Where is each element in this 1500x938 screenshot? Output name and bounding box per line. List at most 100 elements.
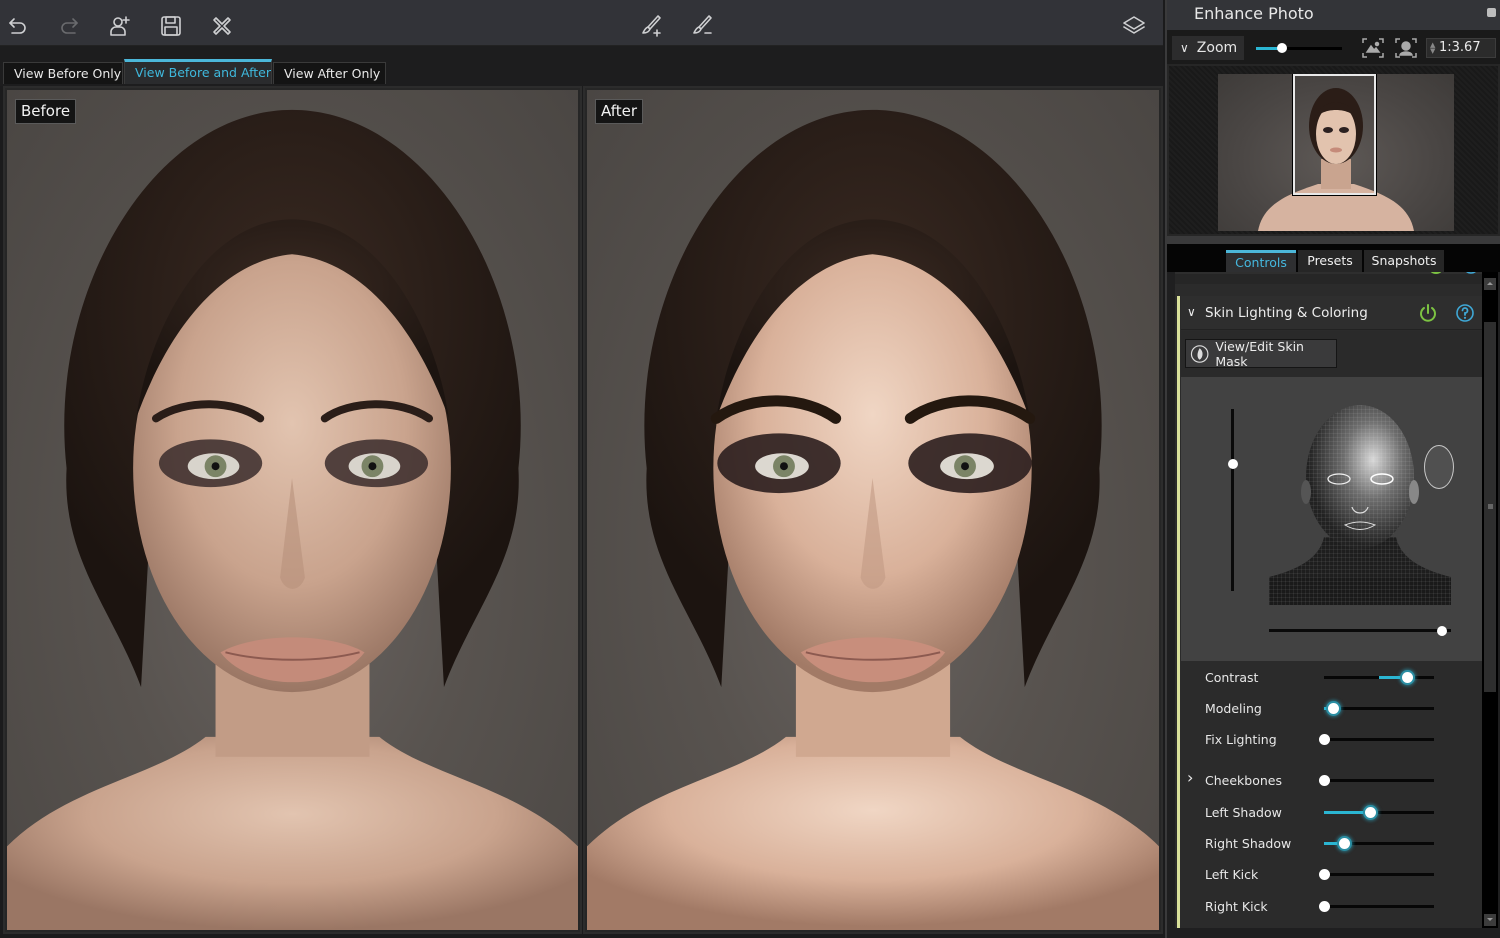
slider-track[interactable]: [1319, 901, 1434, 912]
panel-title: Enhance Photo: [1194, 4, 1314, 23]
after-label: After: [595, 99, 644, 124]
slider-knob[interactable]: [1319, 734, 1330, 745]
chevron-down-icon: ∨: [1187, 305, 1196, 319]
brush-plus-icon: [642, 15, 661, 37]
slider-row-cheekbones: › Cheekbones: [1181, 767, 1482, 795]
save-icon: [161, 16, 181, 36]
tab-view-before-only[interactable]: View Before Only: [3, 62, 123, 84]
redo-icon: [61, 18, 78, 34]
panel-divider: [1167, 236, 1500, 244]
slider-row-fix-lighting: Fix Lighting: [1181, 726, 1482, 754]
zoom-row: ∨ Zoom ▲ ▼ 1:3.67: [1167, 30, 1500, 64]
add-person-button[interactable]: [107, 13, 133, 39]
head-wireframe-model: [1269, 405, 1451, 605]
chevron-right-icon[interactable]: ›: [1187, 768, 1193, 787]
light-horizontal-slider[interactable]: [1269, 625, 1451, 636]
controls-scroll-area: ∨ Skin Lighting & Coloring View/Edit Ski…: [1175, 272, 1482, 928]
zoom-value-field[interactable]: ▲ ▼ 1:3.67: [1426, 38, 1496, 58]
slider-knob[interactable]: [1401, 672, 1413, 683]
slider-label: Left Shadow: [1205, 805, 1282, 820]
zoom-label: Zoom: [1196, 40, 1238, 56]
slider-track[interactable]: [1319, 734, 1434, 745]
fit-to-screen-button[interactable]: [1362, 38, 1384, 58]
slider-knob[interactable]: [1319, 869, 1330, 880]
zoom-slider[interactable]: [1256, 43, 1342, 53]
chevron-down-icon: ∨: [1180, 41, 1189, 55]
zoom-value: 1:3.67: [1439, 40, 1481, 55]
redo-button[interactable]: [56, 13, 82, 39]
light-source-handle[interactable]: [1424, 445, 1454, 489]
main-toolbar: [0, 0, 1163, 46]
scrollbar-thumb[interactable]: [1484, 322, 1496, 692]
light-vertical-knob[interactable]: [1227, 458, 1238, 469]
spinner-icon[interactable]: ▲ ▼: [1430, 42, 1435, 55]
slider-track[interactable]: [1324, 838, 1434, 849]
fit-face-button[interactable]: [1395, 38, 1417, 58]
slider-track[interactable]: [1324, 672, 1434, 683]
tab-view-before-and-after[interactable]: View Before and After: [124, 59, 272, 84]
close-icon: [213, 17, 231, 35]
zoom-slider-knob[interactable]: [1276, 43, 1287, 53]
close-button[interactable]: [209, 13, 235, 39]
add-user-icon: [110, 16, 130, 36]
slider-track[interactable]: [1319, 775, 1434, 786]
section-title: Skin Lighting & Coloring: [1205, 305, 1368, 321]
slider-label: Fix Lighting: [1205, 732, 1277, 747]
navigator-viewport-box[interactable]: [1292, 74, 1377, 196]
tab-snapshots[interactable]: Snapshots: [1364, 250, 1444, 272]
light-vertical-slider[interactable]: [1227, 409, 1238, 591]
fit-face-icon: [1395, 38, 1417, 58]
slider-knob[interactable]: [1319, 901, 1330, 912]
brush-minus-icon: [693, 15, 712, 34]
scroll-down-arrow-icon[interactable]: [1484, 914, 1496, 926]
section-skin-smoothing-collapsed[interactable]: [1175, 272, 1482, 284]
undo-button[interactable]: [5, 13, 31, 39]
tab-presets[interactable]: Presets: [1298, 250, 1362, 272]
section-skin-lighting-header[interactable]: ∨ Skin Lighting & Coloring: [1181, 296, 1482, 330]
save-button[interactable]: [158, 13, 184, 39]
slider-track[interactable]: [1324, 807, 1434, 818]
restore-window-icon[interactable]: [1487, 8, 1496, 17]
slider-knob[interactable]: [1319, 775, 1330, 786]
slider-track[interactable]: [1319, 869, 1434, 880]
light-horizontal-knob[interactable]: [1436, 625, 1447, 636]
slider-row-left-kick: Left Kick: [1181, 861, 1482, 889]
after-photo[interactable]: After: [587, 90, 1159, 930]
layers-button[interactable]: [1121, 13, 1147, 39]
help-icon: [1466, 272, 1476, 274]
power-icon: [1430, 272, 1442, 274]
slider-knob[interactable]: [1365, 807, 1377, 818]
slider-knob[interactable]: [1327, 703, 1339, 714]
layers-icon: [1123, 16, 1145, 34]
panel-tabs: Controls Presets Snapshots: [1167, 244, 1500, 272]
portrait-image: [7, 109, 578, 930]
brush-add-button[interactable]: [639, 13, 665, 39]
brush-remove-button[interactable]: [690, 13, 716, 39]
tab-controls[interactable]: Controls: [1226, 250, 1296, 272]
slider-label: Cheekbones: [1205, 773, 1282, 788]
portrait-image: [587, 109, 1159, 930]
slider-knob[interactable]: [1338, 838, 1350, 849]
controls-scrollbar[interactable]: [1482, 272, 1498, 928]
slider-fill: [1324, 811, 1371, 814]
view-edit-skin-mask-button[interactable]: View/Edit Skin Mask: [1185, 339, 1337, 369]
help-icon[interactable]: [1455, 303, 1475, 323]
slider-row-right-shadow: Right Shadow: [1181, 830, 1482, 858]
slider-row-contrast: Contrast: [1181, 664, 1482, 692]
slider-track[interactable]: [1324, 703, 1434, 714]
slider-row-modeling: Modeling: [1181, 695, 1482, 723]
light-direction-control: [1181, 377, 1482, 661]
power-toggle[interactable]: [1418, 303, 1438, 323]
before-photo[interactable]: Before: [7, 90, 578, 930]
after-pane: After: [583, 86, 1163, 934]
zoom-collapse-toggle[interactable]: ∨ Zoom: [1172, 36, 1244, 60]
undo-icon: [9, 18, 26, 34]
view-mode-tabs: View Before Only View Before and After V…: [0, 46, 1163, 86]
slider-label: Right Shadow: [1205, 836, 1292, 851]
panel-header: Enhance Photo: [1167, 0, 1500, 30]
skin-mask-row: View/Edit Skin Mask: [1181, 331, 1482, 377]
scroll-up-arrow-icon[interactable]: [1484, 278, 1496, 290]
tab-view-after-only[interactable]: View After Only: [273, 62, 386, 84]
enhance-photo-panel: Enhance Photo ∨ Zoom ▲ ▼ 1:3.67 Controls…: [1165, 0, 1500, 938]
navigator-preview[interactable]: [1167, 64, 1500, 236]
